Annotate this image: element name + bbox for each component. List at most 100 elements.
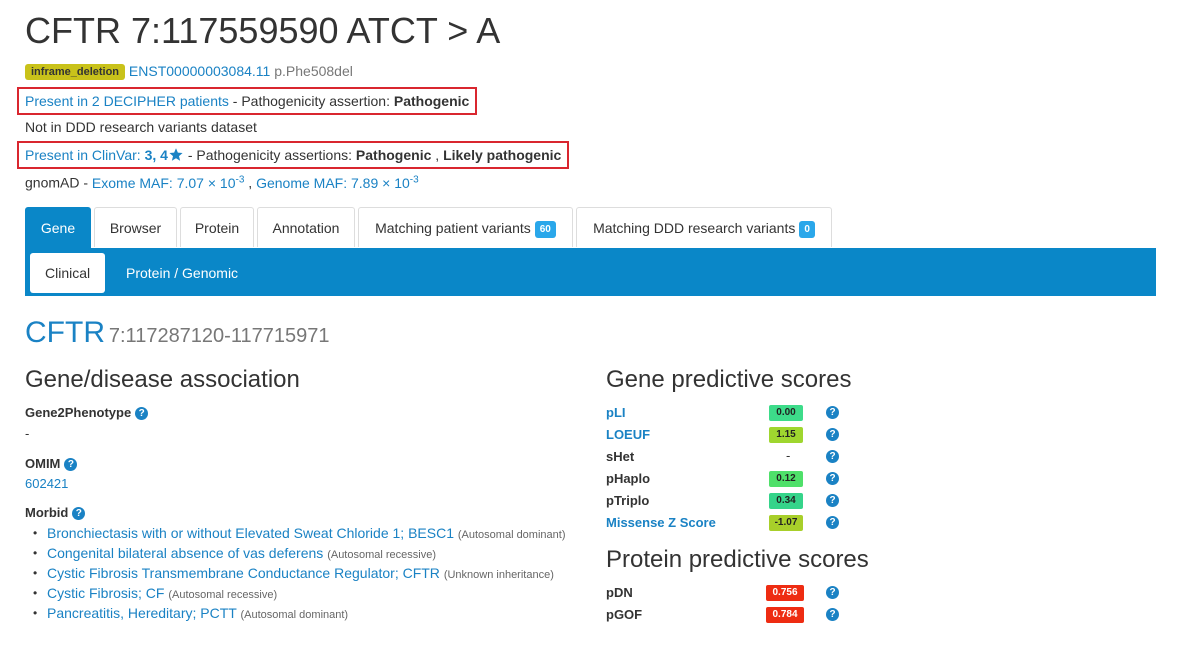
inheritance-mode: (Autosomal recessive) [168, 589, 278, 601]
score-row: LOEUF 1.15? [606, 424, 846, 446]
gene-scores-heading: Gene predictive scores [606, 366, 852, 393]
score-value-badge: 0.00 [769, 405, 803, 421]
inheritance-mode: (Autosomal dominant) [240, 609, 349, 621]
matching-patient-count-badge: 60 [534, 221, 556, 238]
score-label: pDN [606, 585, 633, 600]
morbid-disease-link[interactable]: Cystic Fibrosis; CF [47, 585, 164, 601]
score-row: pGOF 0.784? [606, 604, 846, 626]
decipher-assertion: Pathogenic [393, 93, 470, 109]
subtab-protein-genomic[interactable]: Protein / Genomic [111, 253, 253, 293]
clinvar-assertion-prefix: - Pathogenicity assertions: [183, 147, 356, 163]
question-icon[interactable]: ? [826, 494, 839, 507]
inheritance-mode: (Autosomal recessive) [327, 549, 437, 561]
protein-change: p.Phe508del [274, 63, 353, 79]
list-item: Cystic Fibrosis; CF (Autosomal recessive… [33, 583, 565, 603]
g2p-label: Gene2Phenotype [25, 405, 132, 420]
gene-location: 7:117287120-117715971 [108, 325, 330, 347]
score-value-badge: 0.12 [769, 471, 803, 487]
score-row: pDN 0.756? [606, 582, 846, 604]
clinvar-box: Present in ClinVar: 3, 4 - Pathogenicity… [17, 141, 570, 169]
protein-scores-heading: Protein predictive scores [606, 546, 869, 573]
inheritance-mode: (Autosomal dominant) [457, 529, 566, 541]
question-icon[interactable]: ? [826, 406, 839, 419]
clinvar-link[interactable]: Present in ClinVar: 3, 4 [25, 147, 184, 163]
consequence-badge: inframe_deletion [25, 64, 126, 80]
clinvar-assertion-likely-pathogenic: Likely pathogenic [443, 147, 562, 163]
genome-maf-text: Genome MAF: 7.89 × 10 [256, 174, 410, 191]
exome-maf-link[interactable]: Exome MAF: 7.07 × 10-3 [91, 174, 244, 191]
morbid-list: Bronchiectasis with or without Elevated … [33, 523, 566, 623]
question-icon[interactable]: ? [826, 586, 839, 599]
score-label[interactable]: LOEUF [606, 427, 650, 442]
matching-ddd-count-badge: 0 [799, 221, 815, 238]
question-icon[interactable]: ? [826, 608, 839, 621]
score-value-badge: 0.756 [766, 585, 804, 601]
question-icon[interactable]: ? [826, 516, 839, 529]
score-label: pTriplo [606, 493, 650, 508]
score-value-badge: -1.07 [769, 515, 803, 531]
gnomad-line: gnomAD - Exome MAF: 7.07 × 10-3 , Genome… [25, 174, 419, 191]
variant-title: CFTR 7:117559590 ATCT > A [25, 10, 501, 51]
exome-maf-text: Exome MAF: 7.07 × 10 [91, 174, 236, 191]
decipher-assertion-prefix: - Pathogenicity assertion: [228, 93, 394, 109]
morbid-disease-link[interactable]: Pancreatitis, Hereditary; PCTT [47, 605, 237, 621]
transcript-link[interactable]: ENST00000003084.11 [129, 63, 270, 79]
gene-disease-heading: Gene/disease association [25, 366, 300, 393]
question-icon[interactable]: ? [826, 450, 839, 463]
score-value: - [786, 448, 791, 463]
omim-label: OMIM [25, 456, 61, 471]
score-row: pTriplo 0.34? [606, 490, 846, 512]
list-item: Congenital bilateral absence of vas defe… [33, 543, 565, 563]
tab-protein[interactable]: Protein [180, 207, 254, 247]
genome-maf-exponent: -3 [409, 174, 419, 185]
score-row: pLI 0.00? [606, 402, 846, 424]
score-label: pHaplo [606, 471, 651, 486]
question-icon[interactable]: ? [64, 458, 78, 471]
gene-name: CFTR [25, 316, 105, 349]
question-icon[interactable]: ? [826, 472, 839, 485]
question-icon[interactable]: ? [72, 507, 86, 520]
morbid-disease-link[interactable]: Bronchiectasis with or without Elevated … [47, 525, 454, 541]
tab-gene[interactable]: Gene [25, 207, 91, 249]
list-item: Cystic Fibrosis Transmembrane Conductanc… [33, 563, 565, 583]
gnomad-label: gnomAD - [25, 174, 92, 191]
question-icon[interactable]: ? [826, 428, 839, 441]
gene-heading: CFTR 7:117287120-117715971 [25, 316, 329, 350]
score-label: sHet [606, 449, 635, 464]
tab-matching-patient-variants[interactable]: Matching patient variants 60 [358, 207, 573, 247]
tab-browser[interactable]: Browser [94, 207, 177, 247]
gnomad-sep: , [244, 174, 257, 191]
morbid-label-row: Morbid? [25, 505, 86, 520]
clinvar-assertion-pathogenic: Pathogenic [355, 147, 432, 163]
decipher-patients-box: Present in 2 DECIPHER patients - Pathoge… [17, 87, 478, 115]
question-icon[interactable]: ? [135, 407, 149, 420]
omim-link[interactable]: 602421 [25, 476, 68, 491]
subtab-clinical[interactable]: Clinical [30, 253, 106, 293]
decipher-patients-link[interactable]: Present in 2 DECIPHER patients [25, 93, 229, 109]
omim-label-row: OMIM? [25, 456, 78, 471]
score-row: Missense Z Score -1.07? [606, 512, 846, 534]
genome-maf-link[interactable]: Genome MAF: 7.89 × 10-3 [256, 174, 419, 191]
score-label: pGOF [606, 607, 643, 622]
score-label[interactable]: Missense Z Score [606, 515, 716, 530]
star-icon [169, 148, 183, 161]
main-tabs: Gene Browser Protein Annotation Matching… [25, 207, 1156, 249]
ddd-status-text: Not in DDD research variants dataset [25, 119, 257, 135]
list-item: Pancreatitis, Hereditary; PCTT (Autosoma… [33, 603, 565, 623]
tab-matching-patient-label: Matching patient variants [375, 220, 531, 236]
score-label[interactable]: pLI [606, 405, 626, 420]
tab-matching-ddd-variants[interactable]: Matching DDD research variants 0 [576, 207, 832, 247]
score-value-badge: 1.15 [769, 427, 803, 443]
score-value-badge: 0.34 [769, 493, 803, 509]
clinvar-assertion-sep: , [431, 147, 444, 163]
score-value-badge: 0.784 [766, 607, 804, 623]
tab-matching-ddd-label: Matching DDD research variants [593, 220, 796, 236]
clinvar-link-text: Present in ClinVar: [25, 147, 145, 163]
sub-tab-bar: Clinical Protein / Genomic [25, 248, 1156, 296]
morbid-disease-link[interactable]: Cystic Fibrosis Transmembrane Conductanc… [47, 565, 440, 581]
g2p-value: - [25, 426, 30, 441]
morbid-disease-link[interactable]: Congenital bilateral absence of vas defe… [47, 545, 323, 561]
inheritance-mode: (Unknown inheritance) [443, 569, 554, 581]
variant-summary-line: inframe_deletion ENST00000003084.11 p.Ph… [25, 63, 353, 80]
tab-annotation[interactable]: Annotation [257, 207, 355, 247]
